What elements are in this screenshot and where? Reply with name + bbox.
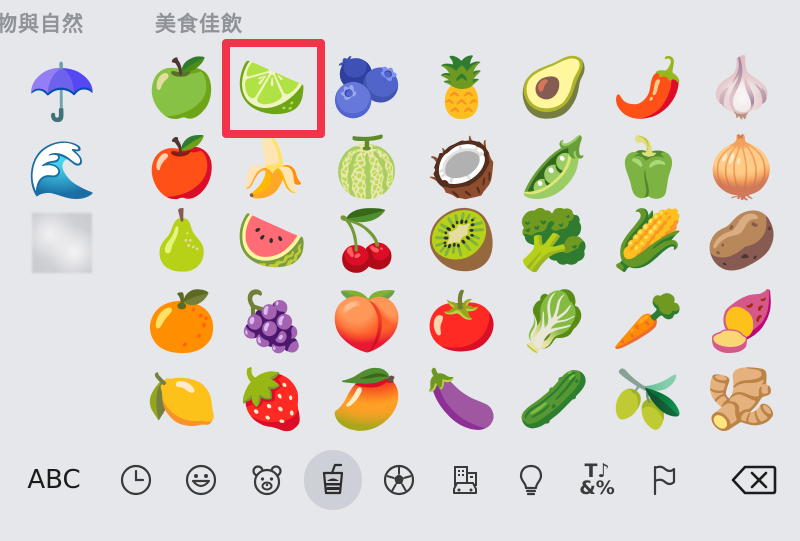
emoji-tomato[interactable]: 🍅 bbox=[417, 282, 507, 360]
backspace-icon bbox=[731, 465, 777, 495]
abc-keyboard-button[interactable]: ABC bbox=[14, 450, 94, 510]
symbols-icon: T♪ &% bbox=[579, 462, 615, 499]
emoji-peach[interactable]: 🍑 bbox=[322, 282, 412, 360]
fog-icon bbox=[32, 213, 92, 273]
emoji-blueberries[interactable]: 🫐 bbox=[322, 48, 412, 126]
emoji-hot-pepper[interactable]: 🌶️ bbox=[603, 48, 693, 126]
animals-category-button[interactable] bbox=[238, 450, 296, 510]
emoji-umbrella[interactable]: ☂️ bbox=[24, 58, 100, 128]
emoji-green-apple[interactable]: 🍏 bbox=[137, 48, 227, 126]
emoji-broccoli[interactable]: 🥦 bbox=[509, 201, 599, 279]
emoji-banana[interactable]: 🍌 bbox=[227, 128, 317, 206]
clock-icon bbox=[120, 464, 152, 496]
buildings-car-icon bbox=[453, 466, 477, 494]
emoji-mango[interactable]: 🥭 bbox=[322, 360, 412, 438]
emoji-ginger[interactable]: 🫚 bbox=[697, 360, 787, 438]
emoji-leafy-green[interactable]: 🥬 bbox=[509, 282, 599, 360]
flag-icon bbox=[653, 465, 676, 496]
emoji-olive[interactable]: 🫒 bbox=[603, 360, 693, 438]
symbols-category-button[interactable]: T♪ &% bbox=[568, 450, 626, 510]
travel-category-button[interactable] bbox=[436, 450, 494, 510]
emoji-lemon[interactable]: 🍋 bbox=[137, 360, 227, 438]
emoji-garlic[interactable]: 🧄 bbox=[697, 48, 787, 126]
smileys-category-button[interactable] bbox=[172, 450, 230, 510]
emoji-potato[interactable]: 🥔 bbox=[697, 201, 787, 279]
smiley-face-icon bbox=[185, 464, 217, 496]
emoji-sweet-potato[interactable]: 🍠 bbox=[697, 282, 787, 360]
flags-category-button[interactable] bbox=[634, 450, 692, 510]
recent-category-button[interactable] bbox=[107, 450, 165, 510]
emoji-bell-pepper[interactable]: 🫑 bbox=[603, 128, 693, 206]
emoji-carrot[interactable]: 🥕 bbox=[603, 282, 693, 360]
activity-category-button[interactable] bbox=[370, 450, 428, 510]
objects-category-button[interactable] bbox=[502, 450, 560, 510]
emoji-cucumber[interactable]: 🥒 bbox=[509, 360, 599, 438]
emoji-melon[interactable]: 🍈 bbox=[322, 128, 412, 206]
bear-face-icon bbox=[252, 465, 282, 496]
emoji-tangerine[interactable]: 🍊 bbox=[137, 282, 227, 360]
emoji-kiwi[interactable]: 🥝 bbox=[417, 201, 507, 279]
selection-highlight-box bbox=[222, 39, 325, 138]
section-title-objects-nature: 物與自然 bbox=[0, 12, 84, 36]
symbols-icon-bottom: &% bbox=[579, 477, 615, 499]
emoji-red-apple[interactable]: 🍎 bbox=[137, 128, 227, 206]
emoji-cherries[interactable]: 🍒 bbox=[322, 201, 412, 279]
emoji-pear[interactable]: 🍐 bbox=[137, 201, 227, 279]
emoji-water-wave[interactable]: 🌊 bbox=[24, 136, 100, 206]
soccer-ball-icon bbox=[383, 464, 415, 496]
emoji-category-toolbar: ABC T♪ &% bbox=[0, 450, 800, 514]
emoji-pineapple[interactable]: 🍍 bbox=[417, 48, 507, 126]
emoji-corn[interactable]: 🌽 bbox=[603, 201, 693, 279]
emoji-pea-pod[interactable]: 🫛 bbox=[509, 128, 599, 206]
emoji-onion[interactable]: 🧅 bbox=[697, 128, 787, 206]
emoji-watermelon[interactable]: 🍉 bbox=[227, 201, 317, 279]
section-title-food-drink: 美食佳飲 bbox=[155, 12, 243, 36]
emoji-fog[interactable] bbox=[24, 208, 100, 278]
backspace-button[interactable] bbox=[722, 450, 786, 510]
emoji-avocado[interactable]: 🥑 bbox=[509, 48, 599, 126]
emoji-strawberry[interactable]: 🍓 bbox=[227, 360, 317, 438]
burger-drink-icon bbox=[322, 463, 344, 495]
food-drink-category-button[interactable] bbox=[304, 450, 362, 510]
emoji-grapes[interactable]: 🍇 bbox=[227, 282, 317, 360]
lightbulb-icon bbox=[519, 464, 543, 496]
emoji-coconut[interactable]: 🥥 bbox=[417, 128, 507, 206]
emoji-eggplant[interactable]: 🍆 bbox=[417, 360, 507, 438]
